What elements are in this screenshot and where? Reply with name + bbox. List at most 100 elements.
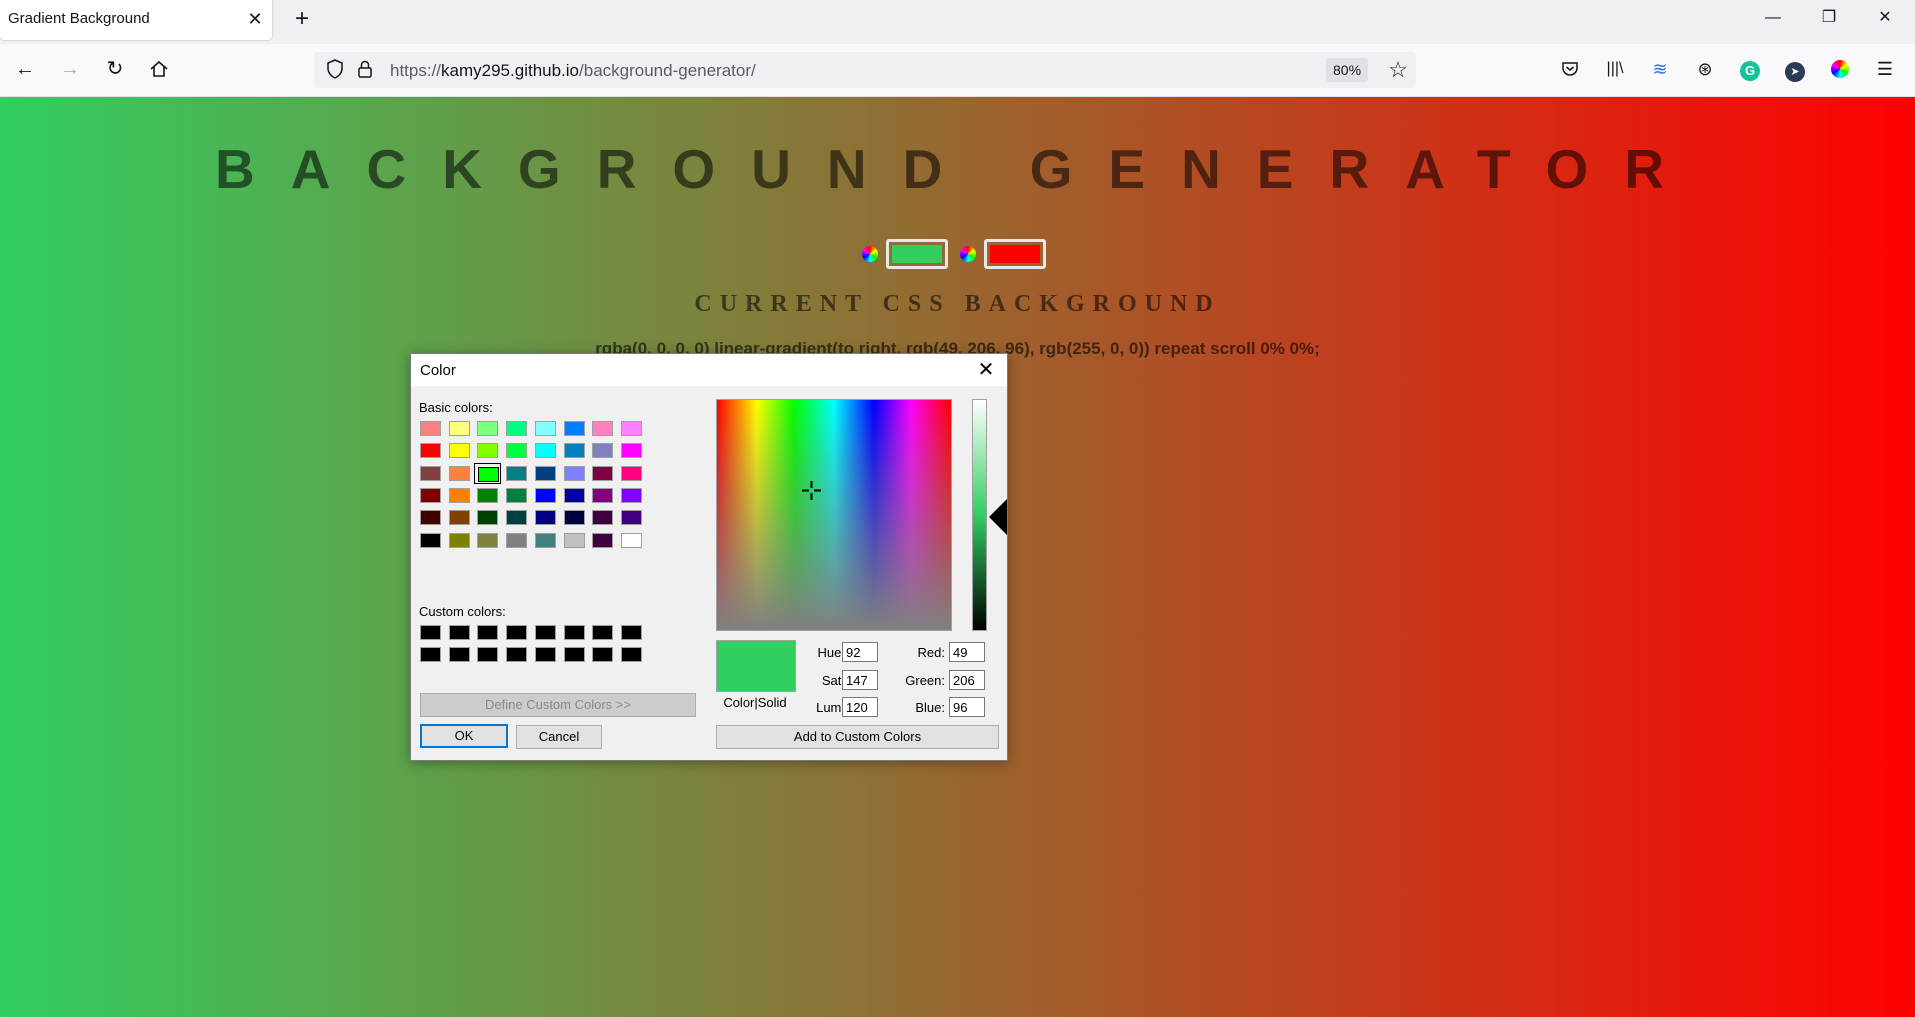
color-cell[interactable]	[474, 418, 501, 439]
color-cell[interactable]	[474, 485, 501, 506]
color-cell[interactable]	[417, 622, 444, 643]
color-cell[interactable]	[618, 622, 645, 643]
color-cell[interactable]	[446, 622, 473, 643]
color-swatch-2[interactable]	[984, 239, 1046, 269]
color-cell[interactable]	[446, 644, 473, 665]
color-cell[interactable]	[417, 463, 444, 484]
color-cell[interactable]	[618, 485, 645, 506]
bookmark-star-icon[interactable]: ☆	[1384, 56, 1412, 84]
add-to-custom-colors-button[interactable]: Add to Custom Colors	[716, 725, 999, 749]
library-icon[interactable]: |||\	[1600, 54, 1630, 84]
restore-icon[interactable]: ❐	[1806, 4, 1852, 32]
luminosity-arrow-icon[interactable]	[989, 499, 1007, 535]
color-cell[interactable]	[417, 530, 444, 551]
color-cell[interactable]	[474, 440, 501, 461]
color-cell[interactable]	[561, 485, 588, 506]
color-cell[interactable]	[446, 507, 473, 528]
url-text[interactable]: https://kamy295.github.io/background-gen…	[390, 61, 756, 81]
color-cell[interactable]	[532, 485, 559, 506]
color-picker-extension-icon[interactable]	[1825, 54, 1855, 84]
color-cell[interactable]	[532, 644, 559, 665]
color-cell[interactable]	[618, 463, 645, 484]
color-swatch-1[interactable]	[886, 239, 948, 269]
color-cell[interactable]	[446, 418, 473, 439]
color-cell[interactable]	[589, 418, 616, 439]
color-cell[interactable]	[532, 507, 559, 528]
color-cell[interactable]	[446, 530, 473, 551]
dialog-close-icon[interactable]: ✕	[971, 356, 1001, 384]
color-cell[interactable]	[589, 530, 616, 551]
color-cell[interactable]	[474, 622, 501, 643]
color-cell[interactable]	[417, 485, 444, 506]
forward-arrow-icon[interactable]: →	[55, 54, 85, 84]
back-arrow-icon[interactable]: ←	[10, 54, 40, 84]
home-icon[interactable]	[144, 54, 174, 84]
color-cell[interactable]	[503, 507, 530, 528]
color-cell[interactable]	[474, 462, 502, 484]
url-bar[interactable]: https://kamy295.github.io/background-gen…	[314, 52, 1416, 88]
color-cell[interactable]	[474, 644, 501, 665]
color-cell[interactable]	[589, 440, 616, 461]
color-cell[interactable]	[417, 507, 444, 528]
lum-field[interactable]: 120	[842, 697, 878, 717]
hue-saturation-field[interactable]	[716, 399, 952, 631]
color-cell[interactable]	[589, 485, 616, 506]
color-cell[interactable]	[561, 622, 588, 643]
red-field[interactable]: 49	[949, 642, 985, 662]
color-cell[interactable]	[618, 440, 645, 461]
reload-icon[interactable]: ↻	[100, 54, 130, 84]
color-cell[interactable]	[532, 463, 559, 484]
color-cell[interactable]	[589, 622, 616, 643]
dialog-titlebar[interactable]: Color ✕	[411, 354, 1007, 386]
window-close-icon[interactable]: ✕	[1862, 4, 1908, 32]
color-cell[interactable]	[589, 644, 616, 665]
color-cell[interactable]	[532, 530, 559, 551]
pocket-icon[interactable]	[1555, 54, 1585, 84]
cancel-button[interactable]: Cancel	[516, 725, 602, 749]
color-cell[interactable]	[474, 530, 501, 551]
new-tab-button[interactable]: +	[290, 6, 314, 32]
color-cell[interactable]	[503, 463, 530, 484]
color-cell[interactable]	[618, 644, 645, 665]
hue-field[interactable]: 92	[842, 642, 878, 662]
extension-wave-icon[interactable]: ≋	[1645, 54, 1675, 84]
green-field[interactable]: 206	[949, 670, 985, 690]
color-cell[interactable]	[417, 418, 444, 439]
color-cell[interactable]	[589, 463, 616, 484]
color-cell[interactable]	[446, 485, 473, 506]
extension-link-icon[interactable]: ⊛	[1690, 54, 1720, 84]
color-cell[interactable]	[417, 440, 444, 461]
minimize-icon[interactable]: —	[1750, 4, 1796, 32]
color-cell[interactable]	[503, 485, 530, 506]
color-cell[interactable]	[561, 440, 588, 461]
color-cell[interactable]	[532, 440, 559, 461]
color-cell[interactable]	[417, 644, 444, 665]
color-cell[interactable]	[446, 463, 473, 484]
lock-icon[interactable]	[354, 58, 376, 80]
color-cell[interactable]	[589, 507, 616, 528]
color-cell[interactable]	[446, 440, 473, 461]
color-cell[interactable]	[618, 530, 645, 551]
browser-tab[interactable]: Gradient Background ✕	[0, 0, 272, 40]
color-cell[interactable]	[474, 507, 501, 528]
grammarly-icon[interactable]: G	[1735, 54, 1765, 84]
color-cell[interactable]	[532, 418, 559, 439]
color-cell[interactable]	[561, 463, 588, 484]
luminosity-slider[interactable]	[972, 399, 987, 631]
zoom-indicator[interactable]: 80%	[1326, 58, 1369, 82]
color-cell[interactable]	[561, 530, 588, 551]
color-cell[interactable]	[503, 622, 530, 643]
color-cell[interactable]	[561, 418, 588, 439]
menu-icon[interactable]: ☰	[1870, 54, 1900, 84]
color-cell[interactable]	[532, 622, 559, 643]
color-cell[interactable]	[503, 440, 530, 461]
blue-field[interactable]: 96	[949, 697, 985, 717]
color-cell[interactable]	[561, 644, 588, 665]
color-cell[interactable]	[503, 530, 530, 551]
sat-field[interactable]: 147	[842, 670, 878, 690]
color-cell[interactable]	[503, 418, 530, 439]
tab-close-icon[interactable]: ✕	[245, 6, 265, 32]
color-cell[interactable]	[618, 507, 645, 528]
color-cell[interactable]	[618, 418, 645, 439]
shield-icon[interactable]	[324, 58, 346, 80]
